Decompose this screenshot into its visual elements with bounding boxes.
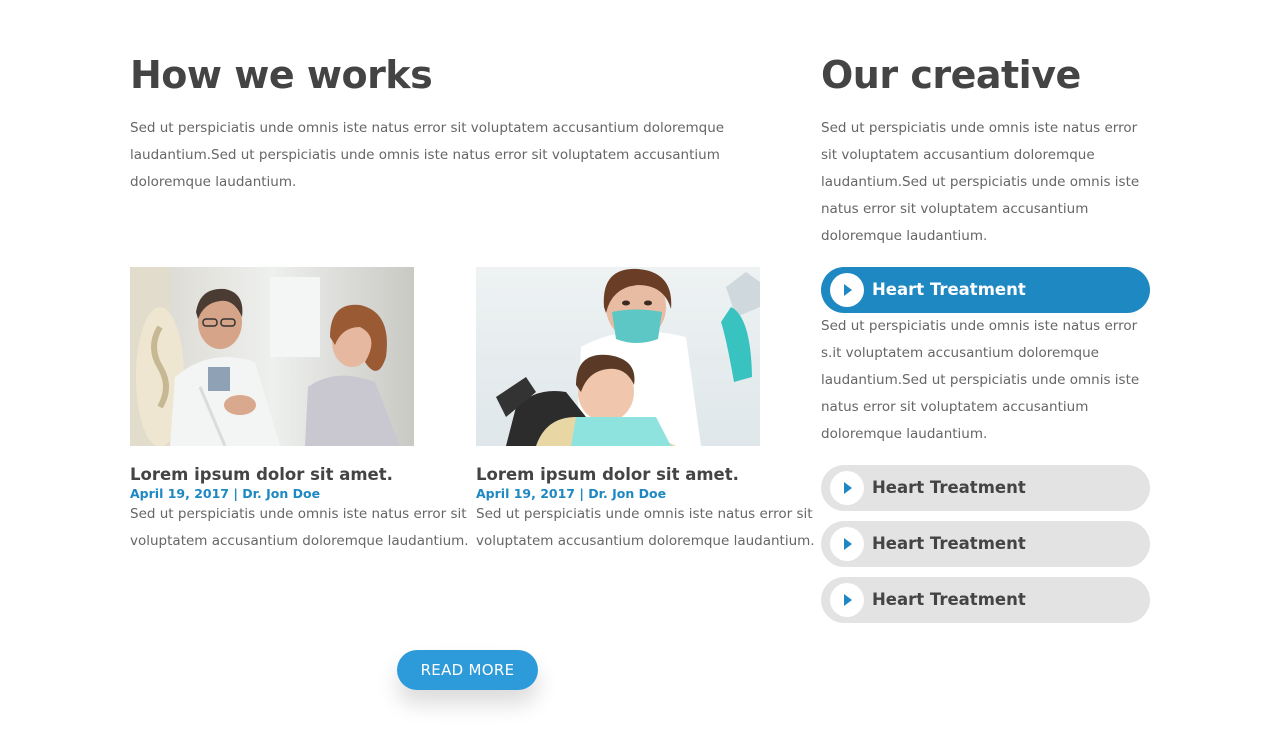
post-image-dental-visit[interactable] — [476, 267, 760, 446]
how-we-works-text: Sed ut perspiciatis unde omnis iste natu… — [130, 120, 725, 190]
accordion-item-heart-treatment-3[interactable]: Heart Treatment — [821, 521, 1150, 567]
post-title-1[interactable]: Lorem ipsum dolor sit amet. — [130, 464, 470, 486]
accordion-item-heart-treatment-4[interactable]: Heart Treatment — [821, 577, 1150, 623]
doctor-consultation-photo — [130, 267, 414, 446]
accordion-label-3: Heart Treatment — [872, 534, 1026, 553]
post-excerpt-2: Sed ut perspiciatis unde omnis iste natu… — [476, 506, 815, 549]
accordion-label-1: Heart Treatment — [872, 280, 1026, 299]
accordion-item-heart-treatment-2[interactable]: Heart Treatment — [821, 465, 1150, 511]
post-meta-1: April 19, 2017 | Dr. Jon Doe — [130, 486, 321, 501]
post-meta-2: April 19, 2017 | Dr. Jon Doe — [476, 486, 667, 501]
read-more-button[interactable]: READ MORE — [397, 650, 538, 690]
play-triangle-icon — [830, 583, 864, 617]
dental-visit-photo — [476, 267, 760, 446]
accordion-label-4: Heart Treatment — [872, 590, 1026, 609]
post-title-2[interactable]: Lorem ipsum dolor sit amet. — [476, 464, 816, 486]
our-creative-heading: Our creative — [821, 53, 1081, 97]
how-we-works-heading: How we works — [130, 53, 433, 97]
play-triangle-icon — [830, 527, 864, 561]
accordion-label-2: Heart Treatment — [872, 478, 1026, 497]
post-image-doctor-consultation[interactable] — [130, 267, 414, 446]
post-excerpt-1: Sed ut perspiciatis unde omnis iste natu… — [130, 506, 469, 549]
accordion-item-heart-treatment-1[interactable]: Heart Treatment — [821, 267, 1150, 313]
our-creative-text: Sed ut perspiciatis unde omnis iste natu… — [821, 120, 1140, 244]
play-triangle-icon — [830, 471, 864, 505]
accordion-open-content: Sed ut perspiciatis unde omnis iste natu… — [821, 318, 1140, 442]
play-triangle-icon — [830, 273, 864, 307]
